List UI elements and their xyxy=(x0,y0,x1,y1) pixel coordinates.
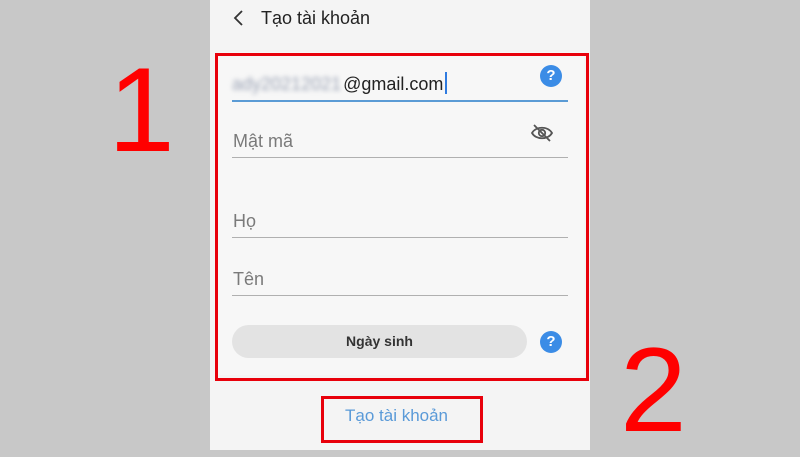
step-number-1: 1 xyxy=(108,43,175,177)
app-header: Tạo tài khoản xyxy=(210,0,590,36)
page-title: Tạo tài khoản xyxy=(261,8,371,28)
back-arrow-icon[interactable] xyxy=(230,8,250,28)
highlight-box-form xyxy=(215,53,589,381)
highlight-box-create-button xyxy=(321,396,483,443)
step-number-2: 2 xyxy=(620,323,687,457)
